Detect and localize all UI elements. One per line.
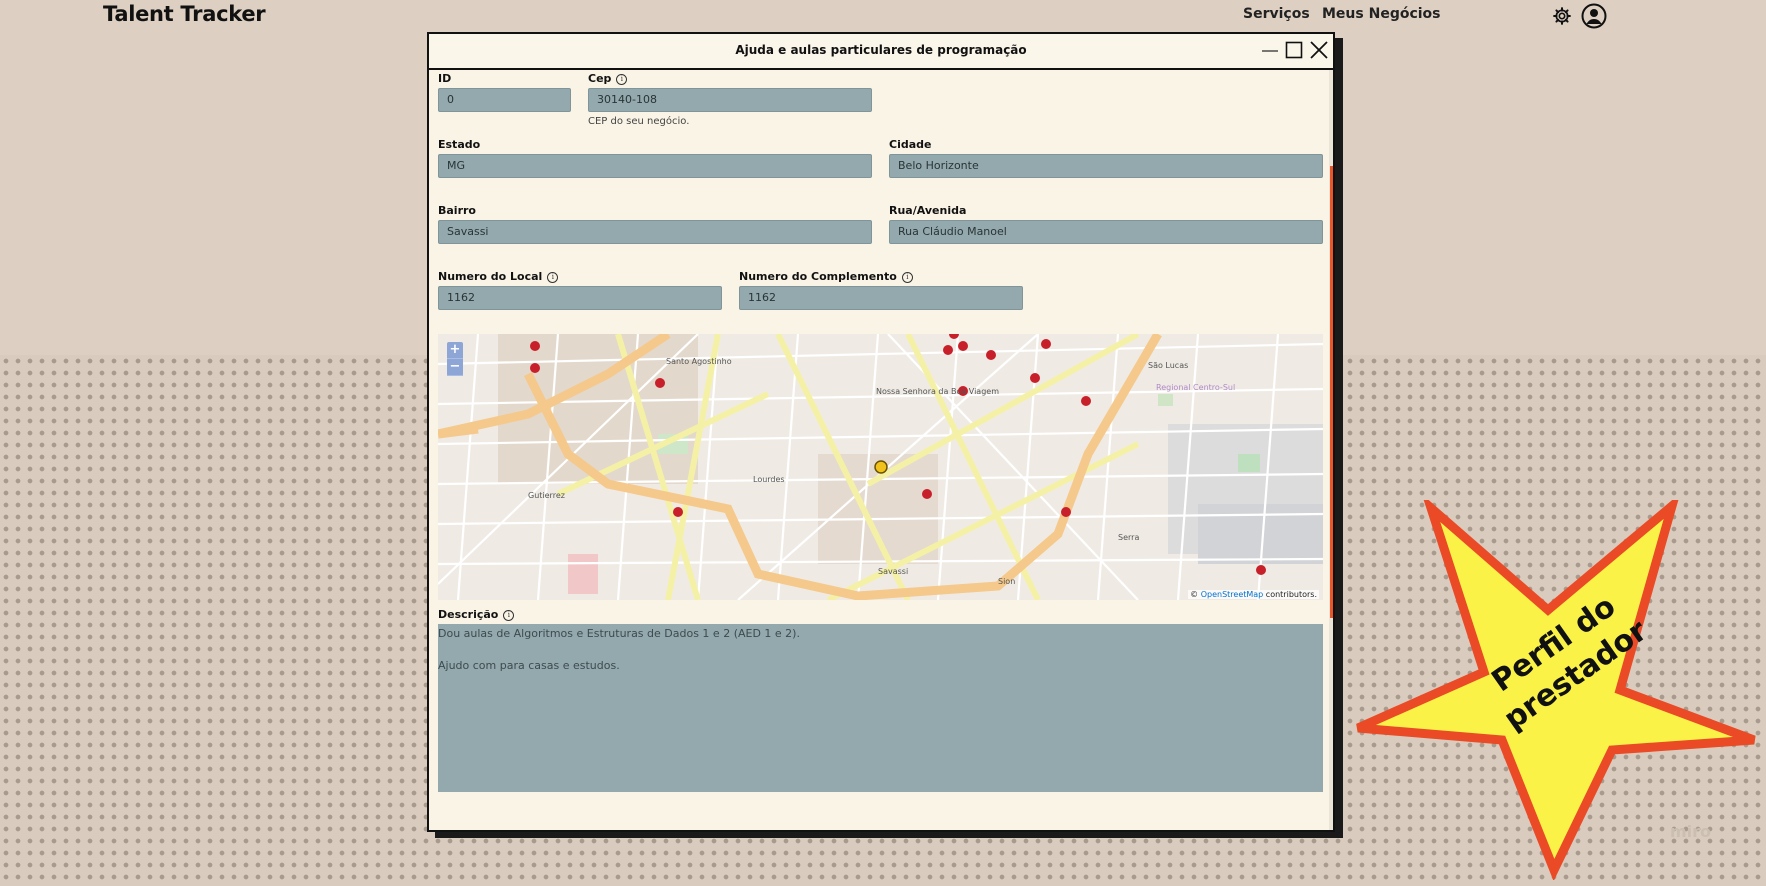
info-icon[interactable]: i	[547, 272, 559, 283]
info-icon[interactable]: i	[901, 272, 913, 283]
openstreetmap-link[interactable]: OpenStreetMap	[1201, 590, 1264, 599]
cep-hint: CEP do seu negócio.	[588, 116, 690, 127]
window-title: Ajuda e aulas particulares de programaçã…	[735, 43, 1027, 57]
bairro-label: Bairro	[438, 204, 476, 217]
minimize-icon[interactable]	[1261, 40, 1279, 60]
cep-label: Cep i	[588, 72, 628, 85]
map-label-gutierrez: Gutierrez	[528, 491, 565, 500]
nav-servicos-link[interactable]: Serviços	[1243, 6, 1310, 22]
map-attribution: © OpenStreetMap contributors.	[1188, 590, 1319, 599]
scrollbar-thumb[interactable]	[1330, 166, 1333, 618]
gear-icon[interactable]	[1552, 6, 1572, 26]
numero-complemento-label: Numero do Complemento i	[739, 270, 913, 283]
maximize-icon[interactable]	[1285, 40, 1303, 60]
numero-local-field[interactable]: 1162	[438, 286, 722, 310]
zoom-in-button[interactable]: +	[447, 342, 463, 359]
cep-field[interactable]: 30140-108	[588, 88, 872, 112]
estado-label: Estado	[438, 138, 481, 151]
info-icon[interactable]: i	[503, 610, 515, 621]
zoom-out-button[interactable]: −	[447, 359, 463, 376]
top-navigation-bar: Talent Tracker Serviços Meus Negócios	[0, 0, 1766, 32]
numero-complemento-field[interactable]: 1162	[739, 286, 1023, 310]
map-tiles: Santo Agostinho Lourdes Gutierrez Nossa …	[438, 334, 1323, 600]
map-label-regional: Regional Centro-Sul	[1156, 383, 1235, 392]
nav-meus-negocios-link[interactable]: Meus Negócios	[1322, 6, 1441, 22]
app-logo[interactable]: Talent Tracker	[103, 2, 266, 26]
rua-field[interactable]: Rua Cláudio Manoel	[889, 220, 1323, 244]
map-label-santo-agostinho: Santo Agostinho	[666, 357, 732, 366]
close-icon[interactable]	[1309, 40, 1329, 60]
info-icon[interactable]: i	[616, 74, 628, 85]
map-label-lourdes: Lourdes	[753, 475, 785, 484]
map-label-serra: Serra	[1118, 533, 1139, 542]
descricao-line-1: Dou aulas de Algoritmos e Estruturas de …	[438, 627, 800, 640]
estado-field[interactable]: MG	[438, 154, 872, 178]
map-label-savassi: Savassi	[878, 567, 908, 576]
numero-local-label: Numero do Local i	[438, 270, 559, 283]
map-zoom-control: + −	[447, 342, 463, 376]
cidade-label: Cidade	[889, 138, 932, 151]
map-label-boa-viagem: Nossa Senhora da Boa Viagem	[876, 387, 999, 396]
miro-watermark: miro	[1670, 822, 1712, 841]
rua-label: Rua/Avenida	[889, 204, 967, 217]
descricao-label: Descrição i	[438, 608, 515, 621]
descricao-textarea[interactable]: Dou aulas de Algoritmos e Estruturas de …	[438, 624, 1323, 792]
bairro-field[interactable]: Savassi	[438, 220, 872, 244]
window-titlebar: Ajuda e aulas particulares de programaçã…	[429, 34, 1333, 70]
map-label-sao-lucas: São Lucas	[1148, 361, 1188, 370]
map-label-sion: Sion	[998, 577, 1015, 586]
business-detail-window: Ajuda e aulas particulares de programaçã…	[427, 32, 1335, 832]
user-avatar-icon[interactable]	[1581, 3, 1607, 29]
id-field[interactable]: 0	[438, 88, 571, 112]
location-map[interactable]: Santo Agostinho Lourdes Gutierrez Nossa …	[438, 334, 1323, 600]
cidade-field[interactable]: Belo Horizonte	[889, 154, 1323, 178]
descricao-line-2: Ajudo com para casas e estudos.	[438, 659, 620, 672]
id-label: ID	[438, 72, 452, 85]
